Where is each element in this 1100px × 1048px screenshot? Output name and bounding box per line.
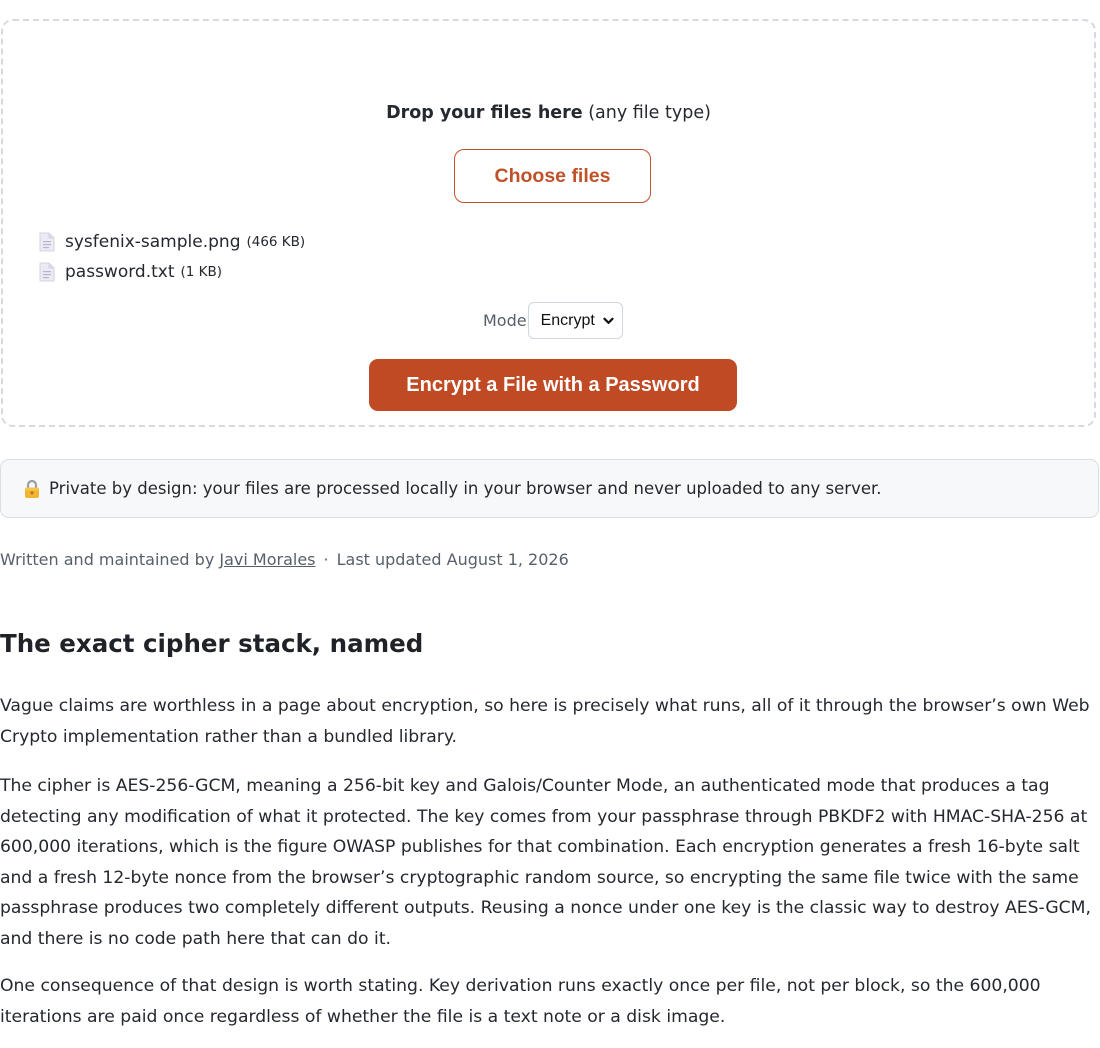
byline-separator: · (323, 550, 329, 569)
mode-label: Mode (483, 311, 527, 330)
file-list-item: sysfenix-sample.png (466 KB) (39, 227, 305, 257)
privacy-notice-text: Private by design: your files are proces… (49, 479, 882, 498)
mode-row: Mode Encrypt (483, 302, 623, 339)
file-icon (39, 232, 55, 252)
mode-select-value: Encrypt (540, 311, 595, 329)
privacy-notice: Private by design: your files are proces… (0, 459, 1099, 518)
byline: Written and maintained by Javi Morales · L… (0, 550, 569, 569)
file-name: password.txt (65, 262, 175, 282)
last-updated: Last updated August 1, 2026 (336, 550, 569, 569)
mode-select[interactable]: Encrypt (527, 302, 623, 339)
file-drop-zone[interactable]: Drop your files here (any file type) Cho… (1, 19, 1096, 427)
selected-files-list: sysfenix-sample.png (466 KB) password.tx… (39, 227, 305, 287)
lock-icon (25, 479, 39, 498)
article-paragraph: Vague claims are worthless in a page abo… (0, 696, 1090, 747)
author-link[interactable]: Javi Morales (219, 550, 315, 569)
file-name: sysfenix-sample.png (65, 232, 241, 252)
chevron-down-icon (603, 317, 614, 324)
file-size: (466 KB) (246, 234, 306, 250)
byline-prefix: Written and maintained by (0, 550, 220, 569)
file-size: (1 KB) (180, 264, 223, 280)
drop-zone-title: Drop your files here (any file type) (386, 103, 711, 123)
choose-files-button[interactable]: Choose files (454, 149, 651, 203)
encrypt-file-button[interactable]: Encrypt a File with a Password (369, 359, 737, 411)
file-icon (39, 262, 55, 282)
file-list-item: password.txt (1 KB) (39, 257, 305, 287)
article-paragraph: The cipher is AES-256-GCM, meaning a 256… (0, 776, 1091, 949)
article-paragraph: One consequence of that design is worth … (0, 976, 1041, 1027)
section-heading: The exact cipher stack, named (0, 629, 424, 658)
